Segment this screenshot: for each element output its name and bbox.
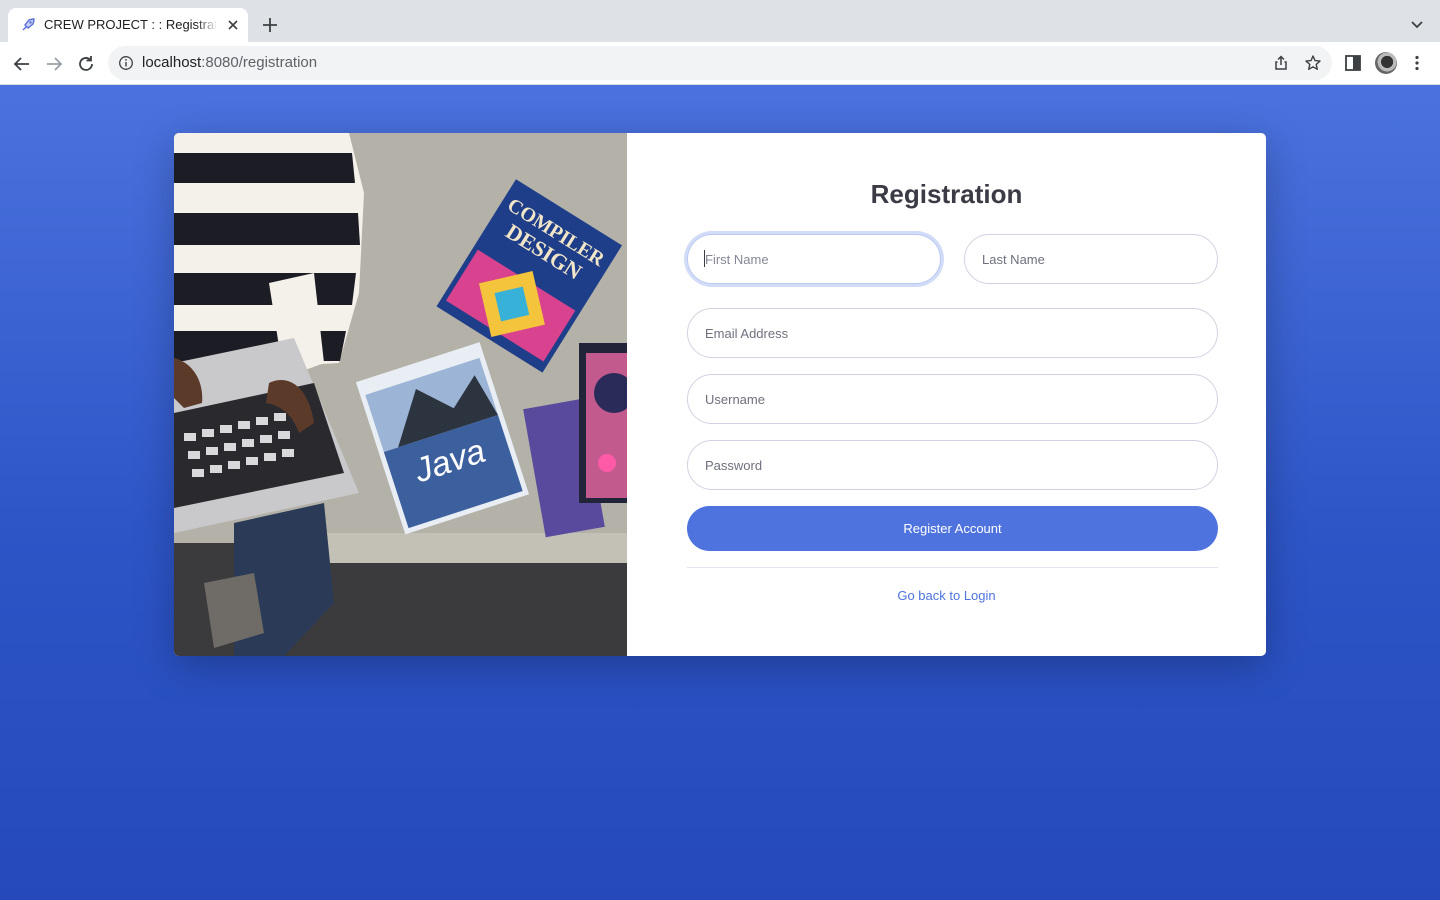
email-input[interactable] — [687, 308, 1218, 358]
rocket-icon — [22, 18, 35, 31]
registration-card: COMPILER DESIGN Java Registration First … — [174, 133, 1266, 656]
url-path: :8080/registration — [201, 54, 318, 71]
share-icon[interactable] — [1272, 54, 1290, 72]
star-icon[interactable] — [1304, 54, 1322, 72]
new-tab-icon[interactable] — [260, 15, 280, 35]
username-input[interactable] — [687, 374, 1218, 424]
page-title: Registration — [870, 179, 1023, 209]
last-name-input[interactable] — [964, 234, 1218, 284]
register-account-button[interactable]: Register Account — [687, 506, 1218, 551]
text-caret — [704, 250, 705, 267]
tab-title: CREW PROJECT : : Registration — [44, 17, 216, 32]
registration-form: Registration Register Account Go back to… — [627, 133, 1266, 656]
hero-photo-illustration: COMPILER DESIGN Java — [174, 133, 627, 656]
browser-tab-active[interactable]: CREW PROJECT : : Registration — [8, 8, 248, 42]
go-back-to-login-link[interactable]: Go back to Login — [627, 588, 1266, 603]
address-bar[interactable]: localhost:8080/registration — [108, 46, 1332, 80]
page-background: COMPILER DESIGN Java Registration First … — [0, 85, 1440, 900]
close-icon[interactable] — [224, 16, 242, 34]
url-text[interactable]: localhost:8080/registration — [142, 54, 317, 71]
first-name-input[interactable] — [687, 234, 941, 284]
forward-arrow-icon[interactable] — [42, 52, 66, 76]
info-icon[interactable] — [118, 55, 134, 71]
browser-tab-bar: CREW PROJECT : : Registration — [0, 0, 1440, 42]
profile-avatar[interactable] — [1375, 52, 1397, 74]
password-input[interactable] — [687, 440, 1218, 490]
url-host: localhost — [142, 54, 202, 71]
side-panel-icon[interactable] — [1343, 53, 1363, 73]
back-arrow-icon[interactable] — [10, 52, 34, 76]
tab-title-fade — [196, 14, 218, 36]
browser-toolbar: localhost:8080/registration — [0, 42, 1440, 85]
chevron-down-icon[interactable] — [1408, 15, 1426, 33]
kebab-menu-icon[interactable] — [1407, 53, 1427, 73]
divider — [687, 567, 1218, 568]
reload-icon[interactable] — [74, 52, 98, 76]
hero-photo: COMPILER DESIGN Java — [174, 133, 627, 656]
